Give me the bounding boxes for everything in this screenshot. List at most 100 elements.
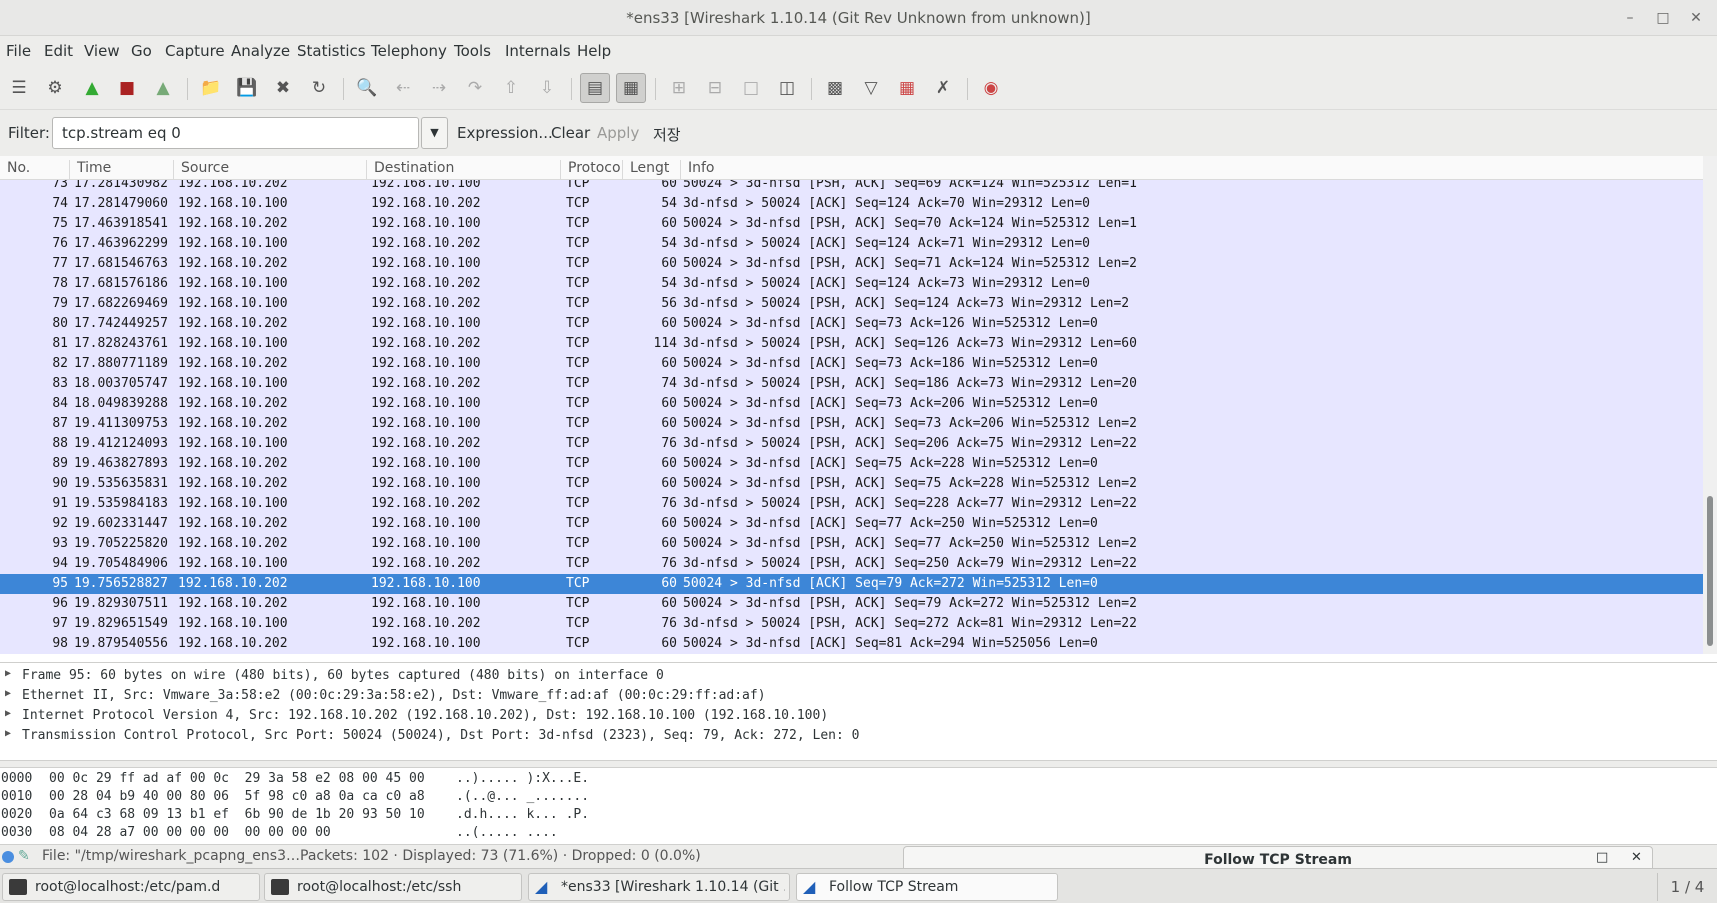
pane-splitter[interactable] [0,760,1717,768]
packet-row[interactable]: 92 19.602331447 192.168.10.202 192.168.10.1… [0,514,1703,534]
maximize-icon[interactable]: □ [1653,8,1673,28]
column-protocol[interactable]: Protoco [561,160,623,180]
close-icon[interactable]: ✕ [1631,850,1642,865]
packet-row[interactable]: 95 19.756528827 192.168.10.202 192.168.10.1… [0,574,1703,594]
menu-view[interactable]: View [84,42,120,60]
packet-row[interactable]: 76 17.463962299 192.168.10.100 192.168.10.2… [0,234,1703,254]
expand-arrow-icon[interactable]: ▶ [5,668,11,679]
cell-info: 3d-nfsd > 50024 [ACK] Seq=124 Ack=70 Win… [683,196,1090,211]
expand-arrow-icon[interactable]: ▶ [5,728,11,739]
last-packet-icon[interactable]: ⇩ [534,75,560,101]
task-terminal-ssh[interactable]: root@localhost:/etc/ssh [264,873,522,901]
maximize-icon[interactable]: □ [1596,850,1608,865]
find-packet-icon[interactable]: 🔍 [354,75,380,101]
follow-tcp-stream-window[interactable]: Follow TCP Stream □ ✕ [903,846,1653,868]
capture-filters-icon[interactable]: ▩ [822,75,848,101]
go-back-icon[interactable]: ⇠ [390,75,416,101]
expand-arrow-icon[interactable]: ▶ [5,688,11,699]
auto-scroll-icon[interactable]: ▦ [616,73,646,103]
packet-row[interactable]: 93 19.705225820 192.168.10.202 192.168.10.1… [0,534,1703,554]
save-file-icon[interactable]: 💾 [234,75,260,101]
packet-row[interactable]: 79 17.682269469 192.168.10.100 192.168.10.2… [0,294,1703,314]
task-terminal-pam[interactable]: root@localhost:/etc/pam.d [2,873,260,901]
menu-statistics[interactable]: Statistics [297,42,366,60]
edit-comment-icon[interactable]: ✎ [18,848,30,864]
packet-row[interactable]: 73 17.281430982 192.168.10.202 192.168.10.1… [0,180,1703,194]
scrollbar-thumb[interactable] [1707,496,1713,646]
menu-internals[interactable]: Internals [505,42,571,60]
column-destination[interactable]: Destination [367,160,561,180]
filter-input[interactable]: tcp.stream eq 0 [52,117,419,149]
minimize-icon[interactable]: – [1620,8,1640,28]
menu-capture[interactable]: Capture [165,42,225,60]
column-source[interactable]: Source [174,160,367,180]
packet-list-scrollbar[interactable] [1703,156,1717,654]
menu-file[interactable]: File [6,42,31,60]
menu-analyze[interactable]: Analyze [231,42,290,60]
clear-button[interactable]: Clear [551,124,590,142]
packet-row[interactable]: 75 17.463918541 192.168.10.202 192.168.10.1… [0,214,1703,234]
packet-row[interactable]: 80 17.742449257 192.168.10.202 192.168.10.1… [0,314,1703,334]
first-packet-icon[interactable]: ⇧ [498,75,524,101]
expression-button[interactable]: Expression... [457,124,553,142]
menu-edit[interactable]: Edit [44,42,73,60]
detail-ethernet-row[interactable]: ▶ Ethernet II, Src: Vmware_3a:58:e2 (00:… [0,686,1717,706]
column-time[interactable]: Time [70,160,174,180]
apply-button[interactable]: Apply [597,124,639,142]
menu-telephony[interactable]: Telephony [371,42,447,60]
start-capture-icon[interactable]: ▲ [79,75,105,101]
column-no[interactable]: No. [0,160,70,180]
interfaces-icon[interactable]: ☰ [6,75,32,101]
detail-tcp-row[interactable]: ▶ Transmission Control Protocol, Src Por… [0,726,1717,746]
zoom-in-icon[interactable]: ⊞ [666,75,692,101]
preferences-icon[interactable]: ✗ [930,75,956,101]
capture-options-icon[interactable]: ⚙ [42,75,68,101]
detail-frame-row[interactable]: ▶ Frame 95: 60 bytes on wire (480 bits),… [0,666,1717,686]
reload-icon[interactable]: ↻ [306,75,332,101]
close-icon[interactable]: ✕ [1686,8,1706,28]
packet-row[interactable]: 89 19.463827893 192.168.10.202 192.168.10.1… [0,454,1703,474]
coloring-rules-icon[interactable]: ▦ [894,75,920,101]
save-filter-button[interactable]: 저장 [653,124,681,145]
detail-ip-row[interactable]: ▶ Internet Protocol Version 4, Src: 192.… [0,706,1717,726]
packet-row[interactable]: 88 19.412124093 192.168.10.100 192.168.10.2… [0,434,1703,454]
filter-dropdown-button[interactable]: ▼ [421,117,448,149]
normal-size-icon[interactable]: □ [738,75,764,101]
restart-capture-icon[interactable]: ▲ [150,75,176,101]
menu-help[interactable]: Help [577,42,611,60]
packet-row[interactable]: 84 18.049839288 192.168.10.202 192.168.10.1… [0,394,1703,414]
packet-row[interactable]: 74 17.281479060 192.168.10.100 192.168.10.2… [0,194,1703,214]
menu-go[interactable]: Go [131,42,152,60]
packet-row[interactable]: 77 17.681546763 192.168.10.202 192.168.10.1… [0,254,1703,274]
open-file-icon[interactable]: 📁 [198,75,224,101]
stop-capture-icon[interactable]: ■ [114,75,140,101]
expand-arrow-icon[interactable]: ▶ [5,708,11,719]
packet-row[interactable]: 97 19.829651549 192.168.10.100 192.168.10.2… [0,614,1703,634]
menu-tools[interactable]: Tools [454,42,491,60]
go-forward-icon[interactable]: ⇢ [426,75,452,101]
packet-row[interactable]: 82 17.880771189 192.168.10.202 192.168.10.1… [0,354,1703,374]
packet-row[interactable]: 91 19.535984183 192.168.10.100 192.168.10.2… [0,494,1703,514]
expert-info-icon[interactable] [2,851,14,863]
column-info[interactable]: Info [681,160,1703,180]
display-filters-icon[interactable]: ▽ [858,75,884,101]
colorize-icon[interactable]: ▤ [580,73,610,103]
go-to-packet-icon[interactable]: ↷ [462,75,488,101]
task-follow-tcp-stream[interactable]: ◢ Follow TCP Stream [796,873,1058,901]
help-icon[interactable]: ◉ [978,75,1004,101]
packet-row[interactable]: 94 19.705484906 192.168.10.100 192.168.10.2… [0,554,1703,574]
task-wireshark[interactable]: ◢ *ens33 [Wireshark 1.10.14 (Git … [528,873,790,901]
resize-columns-icon[interactable]: ◫ [774,75,800,101]
cell-length: 60 [661,636,677,651]
packet-row[interactable]: 96 19.829307511 192.168.10.202 192.168.10.1… [0,594,1703,614]
zoom-out-icon[interactable]: ⊟ [702,75,728,101]
packet-row[interactable]: 78 17.681576186 192.168.10.100 192.168.10.2… [0,274,1703,294]
packet-row[interactable]: 90 19.535635831 192.168.10.202 192.168.10.1… [0,474,1703,494]
packet-row[interactable]: 98 19.879540556 192.168.10.202 192.168.10.1… [0,634,1703,654]
packet-row[interactable]: 81 17.828243761 192.168.10.100 192.168.10.2… [0,334,1703,354]
close-file-icon[interactable]: ✖ [270,75,296,101]
column-length[interactable]: Lengt [623,160,681,180]
workspace-pager[interactable]: 1 / 4 [1657,873,1717,901]
packet-row[interactable]: 87 19.411309753 192.168.10.202 192.168.10.1… [0,414,1703,434]
packet-row[interactable]: 83 18.003705747 192.168.10.100 192.168.10.2… [0,374,1703,394]
